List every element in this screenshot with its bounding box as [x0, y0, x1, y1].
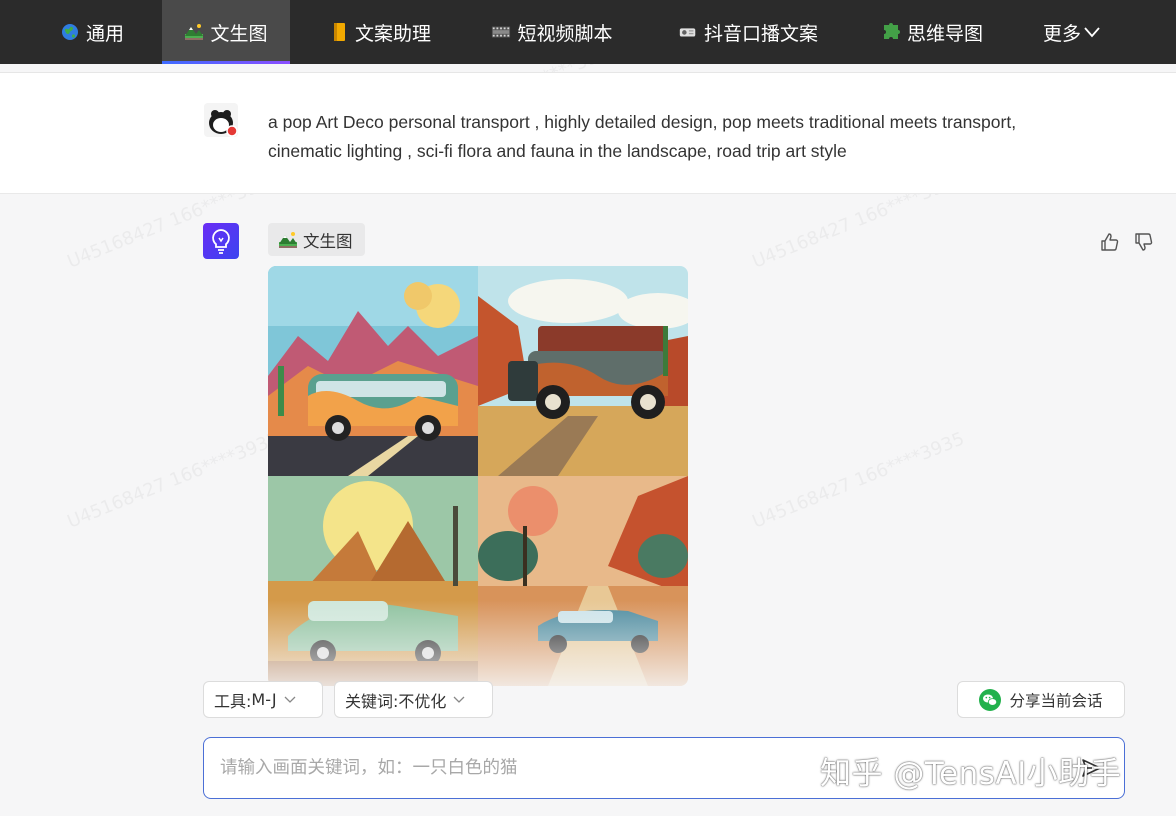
thumbs-up-icon[interactable]: [1100, 232, 1120, 252]
generated-image-1[interactable]: [268, 266, 478, 476]
generated-image-4[interactable]: [478, 476, 688, 686]
watermark-text: U45168427 166****3935: [64, 428, 283, 533]
notebook-icon: [329, 22, 349, 42]
generated-image-3[interactable]: [268, 476, 478, 686]
globe-icon: [60, 22, 80, 42]
share-session-button[interactable]: 分享当前会话: [957, 681, 1125, 718]
film-icon: [491, 22, 511, 42]
nav-item-general[interactable]: 通用: [56, 0, 128, 64]
tool-select-label: 工具:: [214, 691, 252, 711]
keyword-select-label: 关键词:: [345, 691, 399, 711]
nav-item-short-video-script[interactable]: 短视频脚本: [486, 0, 618, 64]
nav-item-label: 更多: [1042, 22, 1081, 45]
tool-tag-text-to-image: 文生图: [268, 223, 365, 256]
nav-item-label: 通用: [85, 22, 124, 45]
chevron-down-icon: [1083, 25, 1101, 39]
nav-item-copywriting-assistant[interactable]: 文案助理: [326, 0, 434, 64]
assistant-avatar: [203, 223, 239, 259]
nav-item-label: 短视频脚本: [517, 22, 613, 45]
zhihu-watermark: 知乎 @TensAI小助手: [820, 756, 1122, 792]
chevron-down-icon: [283, 695, 297, 705]
tool-select-value: M-J: [251, 690, 277, 709]
landscape-icon: [184, 22, 204, 42]
lightbulb-icon: [209, 228, 233, 254]
nav-item-label: 思维导图: [906, 22, 983, 45]
user-avatar: [204, 103, 238, 137]
user-prompt-text: a pop Art Deco personal transport , high…: [268, 112, 1017, 161]
keyword-select[interactable]: 关键词: 不优化: [334, 681, 493, 718]
generated-image-2[interactable]: [478, 266, 688, 476]
user-message: a pop Art Deco personal transport , high…: [0, 72, 1176, 194]
tool-tag-label: 文生图: [303, 231, 353, 251]
top-nav: 通用 文生图 文案助理 短视频脚本 抖音口播文案 思维导图 更多: [0, 0, 1176, 64]
watermark-text: U45168427 166****3935: [749, 428, 968, 533]
generated-image-grid[interactable]: [268, 266, 688, 686]
projector-icon: [678, 22, 698, 42]
wechat-icon: [979, 688, 1002, 711]
nav-item-mind-map[interactable]: 思维导图: [876, 0, 988, 64]
nav-item-label: 文生图: [210, 22, 268, 45]
landscape-icon: [278, 230, 298, 250]
prompt-input[interactable]: [220, 752, 800, 784]
share-session-label: 分享当前会话: [1009, 691, 1103, 710]
thumbs-down-icon[interactable]: [1134, 232, 1154, 252]
chevron-down-icon: [452, 695, 466, 705]
nav-item-label: 文案助理: [354, 22, 431, 45]
nav-item-text-to-image[interactable]: 文生图: [162, 0, 290, 64]
puzzle-icon: [881, 22, 901, 42]
nav-item-more[interactable]: 更多: [1040, 0, 1104, 64]
tool-select[interactable]: 工具: M-J: [203, 681, 323, 718]
nav-item-label: 抖音口播文案: [703, 22, 818, 45]
nav-item-douyin-script[interactable]: 抖音口播文案: [672, 0, 824, 64]
keyword-select-value: 不优化: [398, 691, 447, 711]
